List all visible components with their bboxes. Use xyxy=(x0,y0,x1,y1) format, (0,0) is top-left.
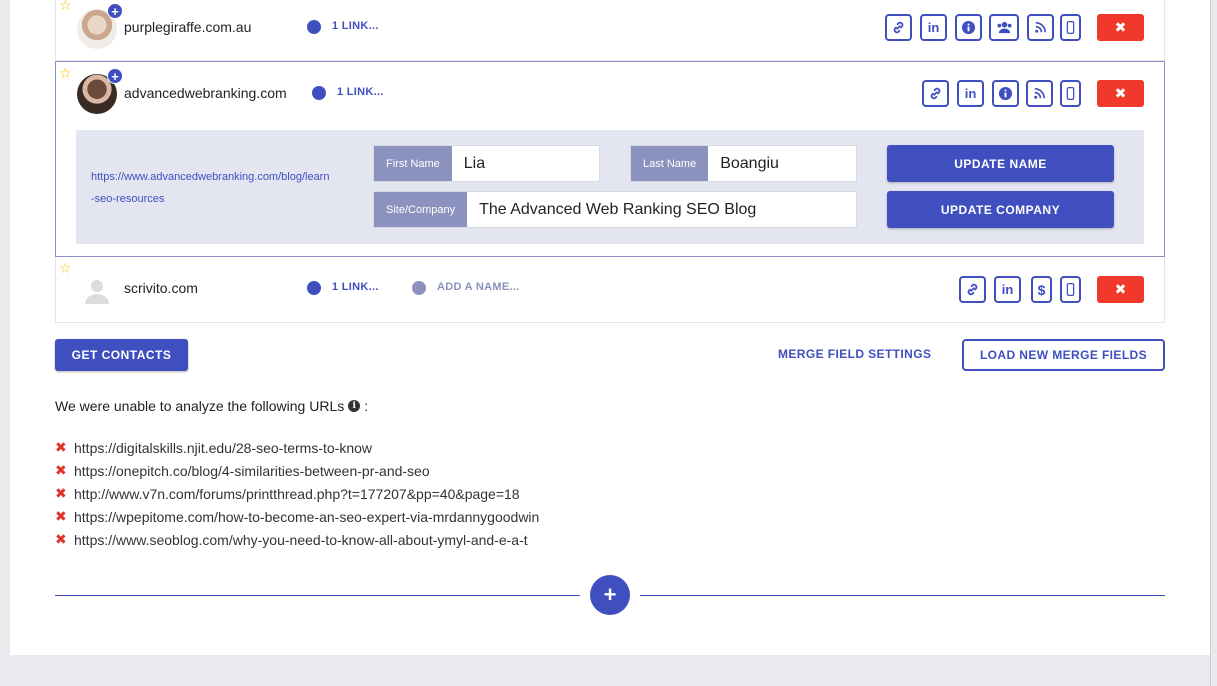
links-button[interactable]: 1 LINK... xyxy=(332,20,379,32)
merge-field-settings-link[interactable]: MERGE FIELD SETTINGS xyxy=(778,347,931,361)
first-name-label: First Name xyxy=(374,146,452,181)
rss-icon[interactable] xyxy=(1026,80,1053,107)
list-item: ✖ http://www.v7n.com/forums/printthread.p… xyxy=(55,482,539,505)
linkedin-icon[interactable]: in xyxy=(957,80,984,107)
edit-contact-panel: https://www.advancedwebranking.com/blog/… xyxy=(76,130,1144,244)
contact-row-purplegiraffe: ☆ + purplegiraffe.com.au 1 LINK... in ✖ xyxy=(55,0,1165,61)
failed-url: http://www.v7n.com/forums/printthread.ph… xyxy=(74,485,520,502)
mobile-icon[interactable] xyxy=(1060,14,1081,41)
users-icon[interactable] xyxy=(989,14,1019,41)
status-dot xyxy=(412,281,426,295)
error-icon: ✖ xyxy=(55,439,67,455)
update-company-button[interactable]: UPDATE COMPANY xyxy=(887,191,1114,228)
colon: : xyxy=(364,398,369,414)
delete-button[interactable]: ✖ xyxy=(1097,276,1144,303)
mobile-icon[interactable] xyxy=(1060,276,1081,303)
failed-url: https://wpepitome.com/how-to-become-an-s… xyxy=(74,508,540,525)
first-name-input[interactable]: Lia xyxy=(452,146,599,181)
error-icon: ✖ xyxy=(55,531,67,547)
info-icon[interactable] xyxy=(992,80,1019,107)
list-item: ✖ https://wpepitome.com/how-to-become-an-… xyxy=(55,505,539,528)
get-contacts-button[interactable]: GET CONTACTS xyxy=(55,339,188,371)
info-icon[interactable]: i xyxy=(348,400,361,412)
first-name-field[interactable]: First Name Lia xyxy=(373,145,600,182)
list-item: ✖ https://digitalskills.njit.edu/28-seo-t… xyxy=(55,436,539,459)
status-dot xyxy=(307,20,321,34)
link-icon[interactable] xyxy=(885,14,912,41)
contact-row-scrivito: ☆ scrivito.com 1 LINK... ADD A NAME... i… xyxy=(55,257,1165,323)
failed-url: https://onepitch.co/blog/4-similarities-… xyxy=(74,462,430,479)
company-field[interactable]: Site/Company The Advanced Web Ranking SE… xyxy=(373,191,857,228)
link-icon[interactable] xyxy=(922,80,949,107)
delete-button[interactable]: ✖ xyxy=(1097,80,1144,107)
avatar: + xyxy=(77,3,123,49)
star-icon[interactable]: ☆ xyxy=(59,261,73,275)
list-item: ✖ https://www.seoblog.com/why-you-need-to… xyxy=(55,528,539,551)
status-dot xyxy=(307,281,321,295)
default-avatar-icon xyxy=(85,280,109,304)
status-dot xyxy=(312,86,326,100)
info-icon[interactable] xyxy=(955,14,982,41)
error-icon: ✖ xyxy=(55,462,67,478)
error-icon: ✖ xyxy=(55,485,67,501)
contact-domain: scrivito.com xyxy=(124,280,198,296)
delete-button[interactable]: ✖ xyxy=(1097,14,1144,41)
last-name-label: Last Name xyxy=(631,146,709,181)
star-icon[interactable]: ☆ xyxy=(59,66,73,80)
list-item: ✖ https://onepitch.co/blog/4-similarities… xyxy=(55,459,539,482)
rss-icon[interactable] xyxy=(1027,14,1054,41)
failed-url: https://digitalskills.njit.edu/28-seo-te… xyxy=(74,439,373,456)
links-button[interactable]: 1 LINK... xyxy=(332,281,379,293)
source-url-link[interactable]: https://www.advancedwebranking.com/blog/… xyxy=(91,166,331,210)
avatar: + xyxy=(77,68,123,114)
contact-row-advancedwebranking: ☆ + advancedwebranking.com 1 LINK... in … xyxy=(55,61,1165,257)
add-name-button[interactable]: ADD A NAME... xyxy=(437,281,520,293)
linkedin-icon[interactable]: in xyxy=(920,14,947,41)
link-icon[interactable] xyxy=(959,276,986,303)
last-name-input[interactable]: Boangiu xyxy=(708,146,856,181)
company-label: Site/Company xyxy=(374,192,468,227)
failed-url: https://www.seoblog.com/why-you-need-to-… xyxy=(74,531,528,548)
links-button[interactable]: 1 LINK... xyxy=(337,86,384,98)
contact-domain: purplegiraffe.com.au xyxy=(124,19,252,35)
divider xyxy=(640,595,1165,596)
window-edge xyxy=(1210,0,1217,686)
linkedin-icon[interactable]: in xyxy=(994,276,1021,303)
add-avatar-icon[interactable]: + xyxy=(107,68,123,84)
update-name-button[interactable]: UPDATE NAME xyxy=(887,145,1114,182)
failed-urls-heading: We were unable to analyze the following … xyxy=(55,398,368,414)
dollar-icon[interactable]: $ xyxy=(1031,276,1052,303)
add-avatar-icon[interactable]: + xyxy=(107,3,123,19)
divider xyxy=(55,595,580,596)
last-name-field[interactable]: Last Name Boangiu xyxy=(630,145,857,182)
mobile-icon[interactable] xyxy=(1060,80,1081,107)
load-new-merge-fields-button[interactable]: LOAD NEW MERGE FIELDS xyxy=(962,339,1165,371)
contact-domain: advancedwebranking.com xyxy=(124,85,287,101)
failed-urls-heading-text: We were unable to analyze the following … xyxy=(55,398,345,414)
error-icon: ✖ xyxy=(55,508,67,524)
star-icon[interactable]: ☆ xyxy=(59,0,73,12)
failed-urls-list: ✖ https://digitalskills.njit.edu/28-seo-t… xyxy=(55,436,539,551)
company-input[interactable]: The Advanced Web Ranking SEO Blog xyxy=(467,192,856,227)
add-button[interactable]: + xyxy=(590,575,630,615)
